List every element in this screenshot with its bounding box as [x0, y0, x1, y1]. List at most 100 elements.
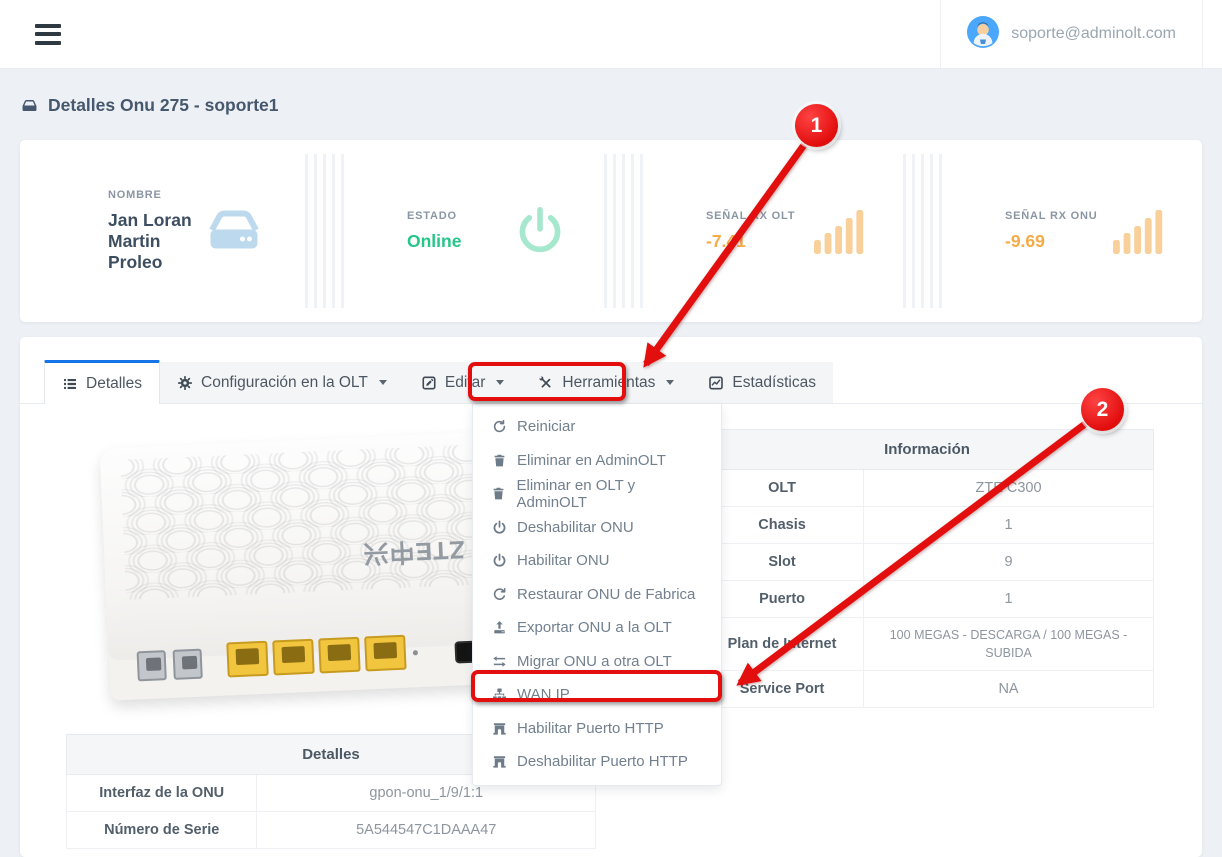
gear-icon [177, 375, 193, 391]
menu-toggle-icon[interactable] [35, 24, 61, 45]
stat-divider [604, 154, 644, 308]
caret-down-icon [666, 380, 674, 385]
stat-label: NOMBRE [108, 189, 201, 201]
network-icon [490, 687, 508, 702]
edit-icon [421, 375, 437, 391]
menu-item-habilitar-onu[interactable]: Habilitar ONU [473, 544, 721, 578]
table-row: Número de Serie5A544547C1DAAA47 [67, 812, 596, 849]
menu-item-label: Deshabilitar ONU [517, 519, 634, 536]
signal-bars-icon [1112, 207, 1164, 255]
menu-item-deshabilitar-onu[interactable]: Deshabilitar ONU [473, 511, 721, 545]
user-email: soporte@adminolt.com [1011, 25, 1176, 43]
table-row: Service PortNA [701, 671, 1154, 708]
chart-icon [708, 375, 724, 391]
reset-hole [413, 650, 418, 655]
avatar [967, 16, 999, 53]
tab-label: Detalles [86, 375, 142, 393]
hdd-icon [201, 206, 267, 256]
power-icon [514, 205, 566, 257]
page-title-text: Detalles Onu 275 - soporte1 [48, 95, 279, 116]
menu-item-label: Exportar ONU a la OLT [517, 619, 672, 636]
onu-status-card: NOMBRE Jan Loran Martin Proleo ESTADO On… [20, 140, 1202, 322]
menu-item-label: Eliminar en AdminOLT [517, 452, 666, 469]
stat-senal-rx-onu: SEÑAL RX ONU -9.69 [943, 140, 1202, 322]
stat-nombre: NOMBRE Jan Loran Martin Proleo [20, 140, 305, 322]
menu-item-label: WAN IP [517, 686, 570, 703]
sync-icon [490, 419, 508, 434]
power-icon [490, 553, 508, 568]
stat-value: -7.41 [706, 231, 795, 252]
stat-label: ESTADO [407, 210, 461, 222]
table-row: Slot9 [701, 544, 1154, 581]
stat-divider [903, 154, 943, 308]
top-navbar: soporte@adminolt.com [0, 0, 1222, 69]
tab-strip: Configuración en la OLT Editar Herra [160, 362, 833, 403]
table-row: Chasis1 [701, 507, 1154, 544]
caret-down-icon [379, 380, 387, 385]
annotation-step-badge-1: 1 [795, 104, 838, 147]
stat-label: SEÑAL RX ONU [1005, 210, 1098, 222]
device-ports [136, 620, 488, 681]
archway-icon [490, 721, 508, 736]
stat-label: SEÑAL RX OLT [706, 210, 795, 222]
menu-item-label: Restaurar ONU de Fabrica [517, 586, 695, 603]
table-title: Información [701, 430, 1154, 470]
tabs-row: Detalles Configuraci [20, 337, 1202, 404]
informacion-table: Información OLTZTE C300 Chasis1 Slot9 Pu… [700, 429, 1154, 708]
onu-device: ZTE中兴 [100, 431, 511, 700]
tab-label: Configuración en la OLT [201, 374, 368, 392]
archway-icon [490, 754, 508, 769]
page-title: Detalles Onu 275 - soporte1 [20, 95, 279, 116]
trash-icon [490, 453, 508, 468]
menu-item-migrar-onu[interactable]: Migrar ONU a otra OLT [473, 645, 721, 679]
stat-senal-rx-olt: SEÑAL RX OLT -7.41 [644, 140, 903, 322]
annotation-step-badge-2: 2 [1081, 388, 1124, 431]
menu-item-eliminar-adminolt[interactable]: Eliminar en AdminOLT [473, 444, 721, 478]
table-row: Puerto1 [701, 581, 1154, 618]
user-menu[interactable]: soporte@adminolt.com [940, 0, 1203, 68]
lan-ports [226, 635, 406, 678]
lan-port [272, 639, 314, 676]
tab-label: Herramientas [562, 374, 655, 392]
stat-value: Jan Loran Martin Proleo [108, 210, 201, 273]
stat-value: Online [407, 231, 461, 252]
tab-configuracion-olt[interactable]: Configuración en la OLT [160, 362, 404, 403]
phone-port [173, 649, 203, 680]
menu-item-eliminar-olt-adminolt[interactable]: Eliminar en OLT y AdminOLT [473, 477, 721, 511]
lan-port [226, 641, 268, 678]
tab-herramientas[interactable]: Herramientas [521, 362, 691, 403]
tab-label: Estadísticas [732, 374, 816, 392]
menu-item-reiniciar[interactable]: Reiniciar [473, 410, 721, 444]
stat-estado: ESTADO Online [345, 140, 604, 322]
tools-icon [538, 375, 554, 391]
device-vents-pattern [120, 444, 490, 600]
trash-icon [490, 486, 508, 501]
tab-estadisticas[interactable]: Estadísticas [691, 362, 833, 403]
menu-item-label: Eliminar en OLT y AdminOLT [517, 477, 704, 511]
device-brand-logo: ZTE中兴 [362, 533, 466, 573]
menu-item-label: Deshabilitar Puerto HTTP [517, 753, 688, 770]
menu-item-label: Habilitar ONU [517, 552, 610, 569]
upload-icon [490, 620, 508, 635]
tab-label: Editar [445, 374, 486, 392]
exchange-icon [490, 654, 508, 669]
table-row: OLTZTE C300 [701, 470, 1154, 507]
menu-item-restaurar-fabrica[interactable]: Restaurar ONU de Fabrica [473, 578, 721, 612]
phone-port [137, 650, 167, 681]
stat-divider [305, 154, 345, 308]
table-row: Plan de Internet100 MEGAS - DESCARGA / 1… [701, 618, 1154, 671]
menu-item-deshabilitar-puerto-http[interactable]: Deshabilitar Puerto HTTP [473, 745, 721, 779]
menu-item-label: Migrar ONU a otra OLT [517, 653, 672, 670]
stat-value: -9.69 [1005, 231, 1098, 252]
menu-item-habilitar-puerto-http[interactable]: Habilitar Puerto HTTP [473, 712, 721, 746]
tab-detalles[interactable]: Detalles [44, 360, 160, 404]
menu-item-exportar-onu[interactable]: Exportar ONU a la OLT [473, 611, 721, 645]
menu-item-wan-ip[interactable]: WAN IP [473, 678, 721, 712]
menu-item-label: Habilitar Puerto HTTP [517, 720, 664, 737]
lan-port [364, 635, 406, 672]
power-icon [490, 520, 508, 535]
menu-item-label: Reiniciar [517, 418, 575, 435]
tab-editar[interactable]: Editar [404, 362, 522, 403]
lan-port [318, 637, 360, 674]
signal-bars-icon [813, 207, 865, 255]
